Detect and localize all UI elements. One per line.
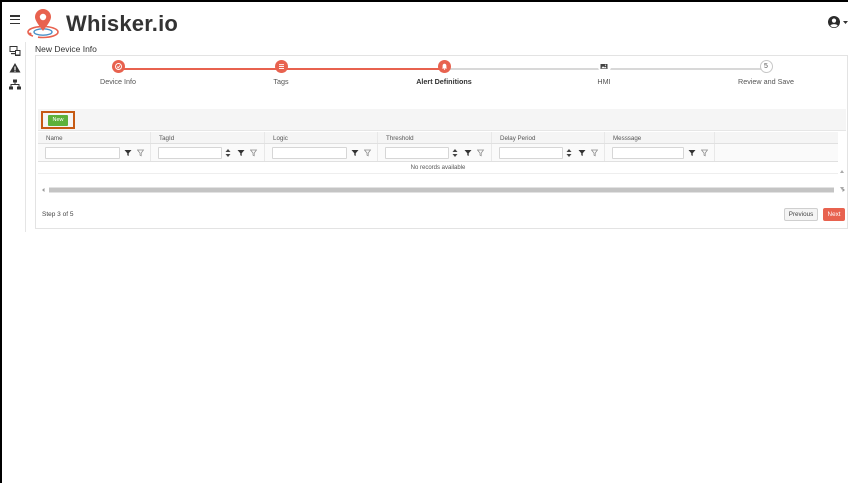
filter-icon[interactable] [124, 149, 132, 157]
column-header-actions [715, 132, 828, 143]
filter-icon[interactable] [351, 149, 359, 157]
filter-cell-message [605, 144, 715, 161]
sidebar [2, 42, 26, 232]
no-records-message: No records available [38, 162, 838, 174]
filter-cell-delay-period [492, 144, 605, 161]
step-label: Review and Save [738, 77, 794, 86]
step-label: HMI [597, 77, 611, 86]
filter-icon[interactable] [237, 149, 245, 157]
devices-icon[interactable] [9, 45, 21, 57]
filter-clear-icon[interactable] [477, 149, 485, 157]
spinner-icon[interactable] [566, 148, 572, 158]
image-icon [597, 60, 611, 73]
step-label: Device Info [100, 77, 136, 86]
column-header-name[interactable]: Name [38, 132, 151, 143]
step-label: Tags [273, 77, 289, 86]
wizard-stepper: Device Info Tags Alert Definitions HMI 5… [36, 56, 848, 100]
filter-clear-icon[interactable] [364, 149, 372, 157]
page-title: New Device Info [35, 44, 97, 54]
hamburger-icon[interactable] [10, 15, 20, 25]
filter-cell-threshold [378, 144, 492, 161]
filter-icon[interactable] [578, 149, 586, 157]
column-header-delay-period[interactable]: Delay Period [492, 132, 605, 143]
grid-toolbar: New [38, 109, 846, 131]
step-tags[interactable]: Tags [206, 60, 356, 86]
filter-input-message[interactable] [612, 147, 684, 159]
step-progress-text: Step 3 of 5 [42, 211, 74, 218]
bell-icon [437, 60, 451, 73]
spinner-icon[interactable] [452, 148, 458, 158]
filter-input-threshold[interactable] [385, 147, 449, 159]
next-button[interactable]: Next [823, 208, 845, 221]
filter-input-delay-period[interactable] [499, 147, 563, 159]
app-name: Whisker.io [66, 11, 179, 36]
filter-clear-icon[interactable] [701, 149, 709, 157]
filter-cell-logic [265, 144, 378, 161]
filter-icon[interactable] [688, 149, 696, 157]
filter-input-name[interactable] [45, 147, 120, 159]
vertical-scrollbar[interactable] [839, 169, 845, 191]
grid-header-row: Name TagId Logic Threshold Delay Period … [38, 132, 838, 144]
check-icon [111, 60, 125, 73]
step-review-and-save[interactable]: 5 Review and Save [691, 60, 841, 86]
top-header: Whisker.io [2, 2, 848, 42]
caret-down-icon [843, 20, 848, 24]
column-header-threshold[interactable]: Threshold [378, 132, 492, 143]
user-circle-icon [828, 16, 840, 28]
alert-triangle-icon[interactable] [9, 62, 21, 74]
step-label: Alert Definitions [416, 77, 472, 86]
filter-input-tagid[interactable] [158, 147, 222, 159]
list-icon [274, 60, 288, 73]
new-button-highlight: New [41, 111, 75, 129]
filter-icon[interactable] [464, 149, 472, 157]
horizontal-scrollbar[interactable] [41, 187, 846, 193]
filter-cell-tagid [151, 144, 265, 161]
column-header-message[interactable]: Messsage [605, 132, 715, 143]
step-device-info[interactable]: Device Info [43, 60, 193, 86]
step-hmi[interactable]: HMI [529, 60, 679, 86]
column-header-logic[interactable]: Logic [265, 132, 378, 143]
previous-button[interactable]: Previous [784, 208, 818, 221]
sitemap-icon[interactable] [9, 79, 21, 91]
new-button[interactable]: New [48, 114, 68, 126]
grid-filter-row [38, 144, 838, 162]
spinner-icon[interactable] [225, 148, 231, 158]
app-logo[interactable]: Whisker.io [26, 8, 178, 40]
filter-input-logic[interactable] [272, 147, 347, 159]
column-header-tagid[interactable]: TagId [151, 132, 265, 143]
filter-cell-actions [715, 144, 828, 161]
filter-clear-icon[interactable] [137, 149, 145, 157]
user-menu[interactable] [828, 16, 848, 28]
filter-clear-icon[interactable] [591, 149, 599, 157]
alerts-grid: Name TagId Logic Threshold Delay Period … [38, 132, 838, 174]
wizard-card: Device Info Tags Alert Definitions HMI 5… [35, 55, 848, 229]
filter-clear-icon[interactable] [250, 149, 258, 157]
step-alert-definitions[interactable]: Alert Definitions [369, 60, 519, 86]
location-pin-icon [27, 9, 59, 39]
filter-cell-name [38, 144, 151, 161]
step-number: 5 [759, 60, 773, 73]
